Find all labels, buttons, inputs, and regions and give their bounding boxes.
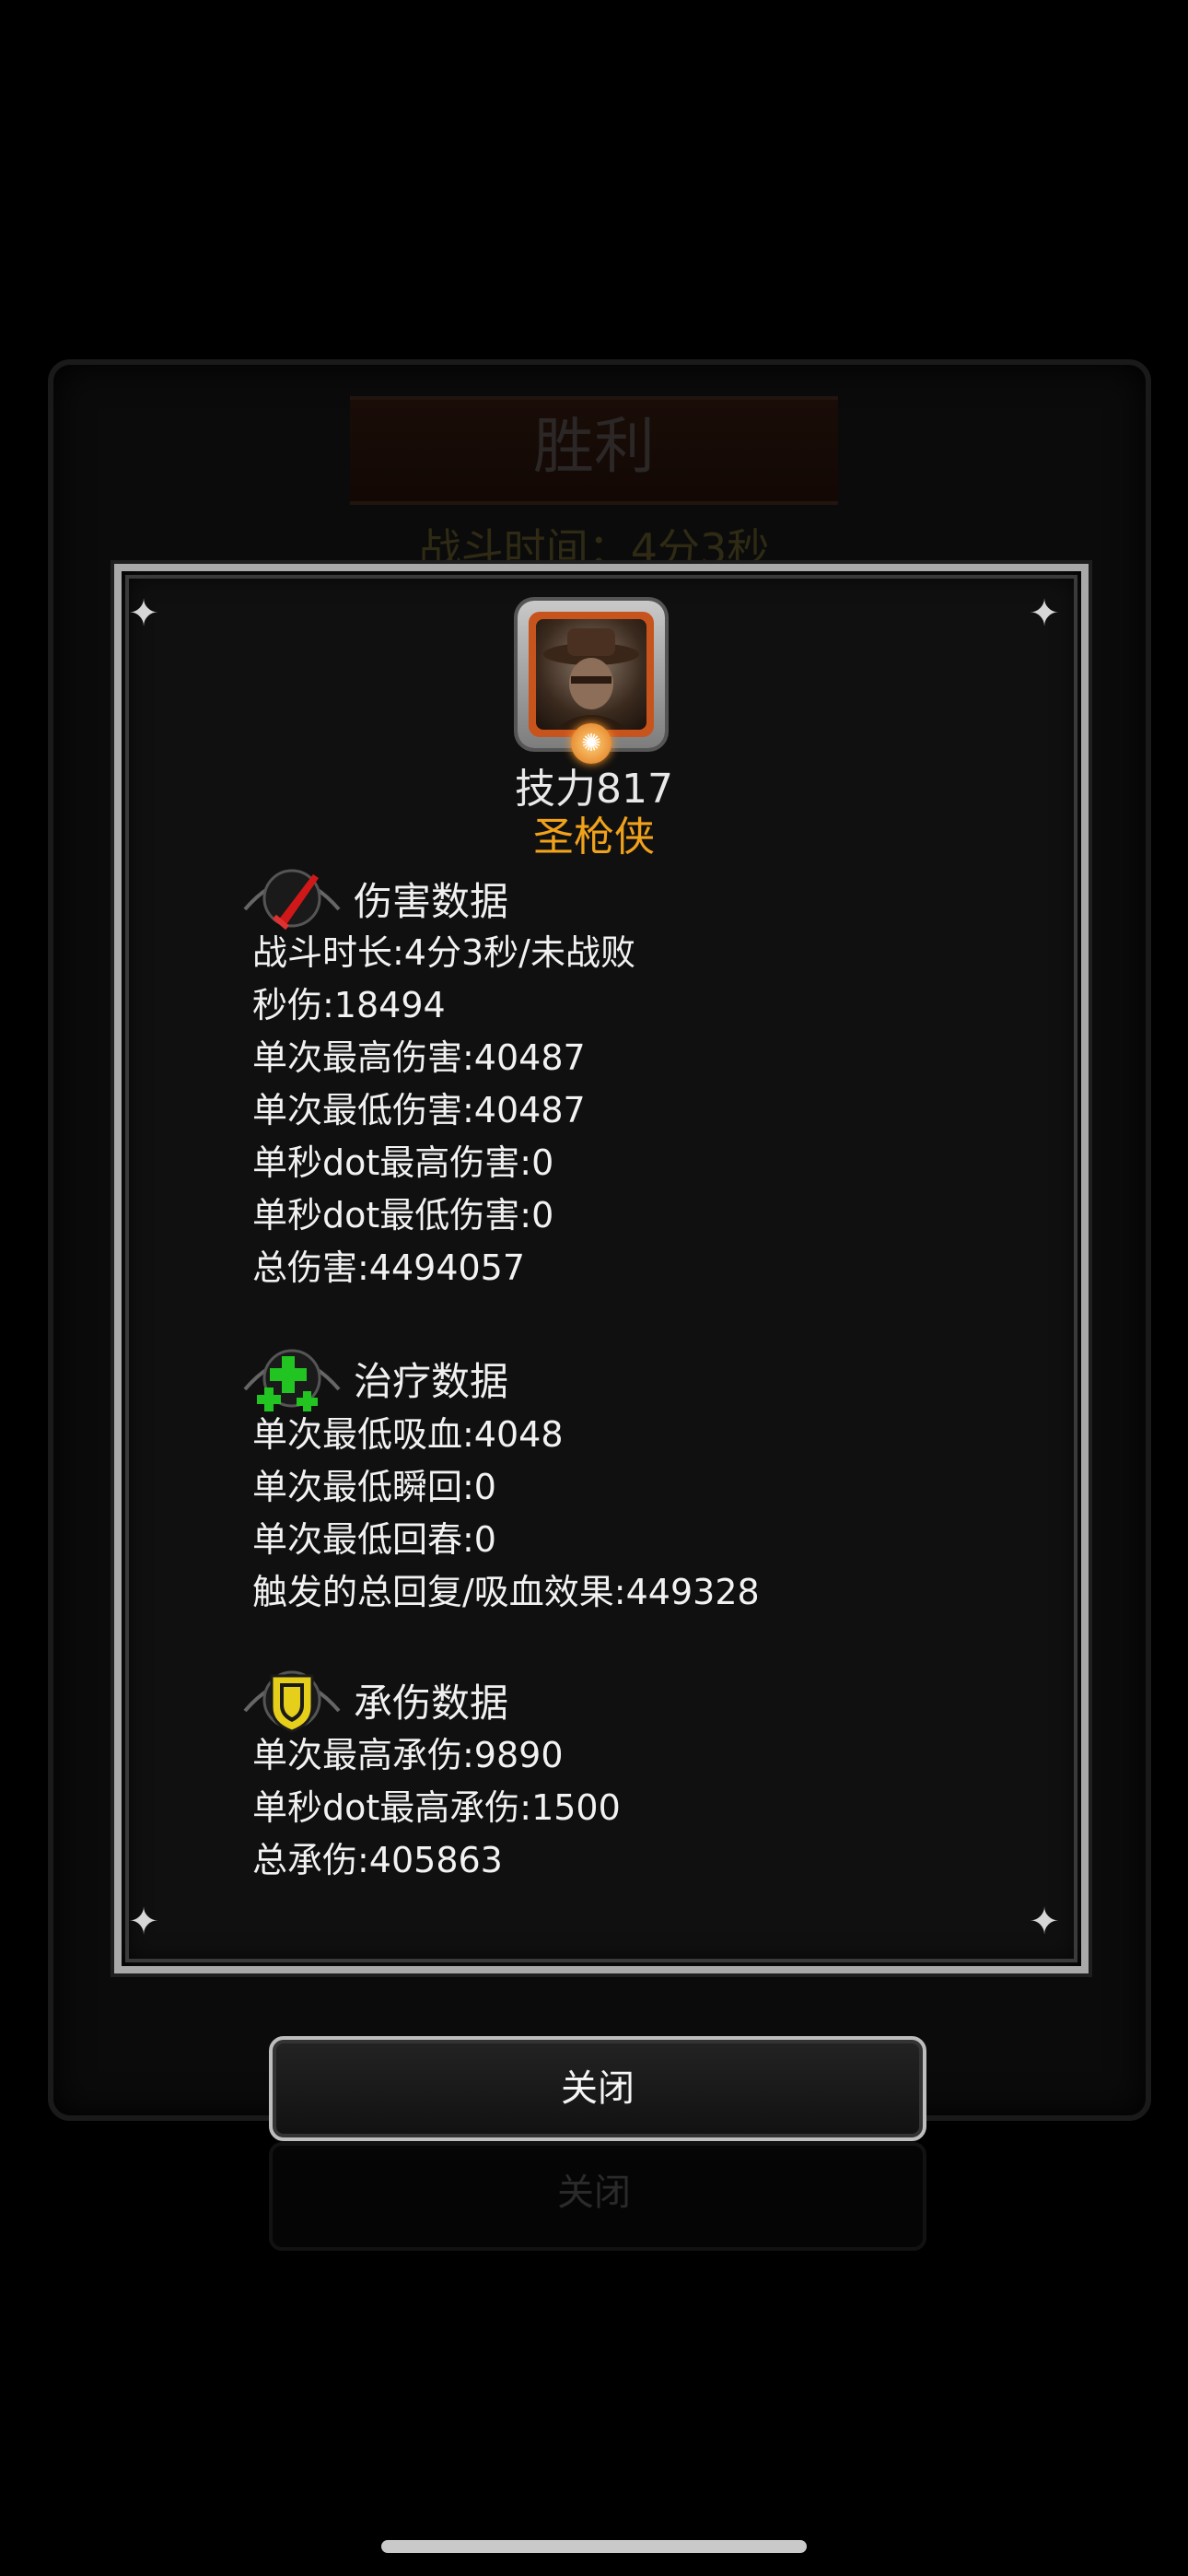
damage-stat: 单秒dot最高伤害:0 (252, 1142, 554, 1183)
tank-stat: 单次最高承伤:9890 (252, 1735, 564, 1775)
tank-section-header: 承伤数据 (241, 1663, 508, 1737)
tank-stat: 总承伤:405863 (252, 1840, 503, 1880)
healing-section-header: 治疗数据 (241, 1341, 508, 1415)
corner-star-icon: ✦ (128, 592, 159, 635)
hero-name: 圣枪侠 (533, 814, 655, 861)
background-close-label: 关闭 (557, 2172, 631, 2214)
healing-stat: 单次最低瞬回:0 (252, 1467, 496, 1507)
close-button-label[interactable]: 关闭 (269, 2036, 926, 2141)
damage-section-header: 伤害数据 (241, 861, 508, 935)
healing-stat: 触发的总回复/吸血效果:449328 (252, 1572, 760, 1612)
damage-stat: 总伤害:4494057 (252, 1247, 526, 1288)
damage-stat: 单秒dot最低伤害:0 (252, 1195, 554, 1235)
home-indicator[interactable] (381, 2540, 807, 2553)
damage-stat: 战斗时长:4分3秒/未战败 (252, 932, 635, 973)
hero-portrait (536, 619, 646, 730)
healing-section-title: 治疗数据 (354, 1358, 509, 1404)
tank-section-title: 承伤数据 (354, 1680, 509, 1726)
green-cross-icon (241, 1341, 343, 1415)
shield-icon (241, 1663, 343, 1737)
damage-stat: 单次最低伤害:40487 (252, 1090, 586, 1130)
healing-stat: 单次最低回春:0 (252, 1519, 496, 1560)
damage-section-title: 伤害数据 (354, 878, 509, 924)
background-title: 胜利 (533, 411, 655, 482)
damage-stat: 秒伤:18494 (252, 985, 446, 1025)
sword-icon (241, 861, 343, 935)
damage-stat: 单次最高伤害:40487 (252, 1037, 586, 1078)
corner-star-icon: ✦ (1029, 592, 1060, 635)
corner-star-icon: ✦ (1029, 1901, 1060, 1943)
healing-stat: 单次最低吸血:4048 (252, 1414, 564, 1455)
corner-star-icon: ✦ (128, 1901, 159, 1943)
tank-stat: 单秒dot最高承伤:1500 (252, 1787, 621, 1828)
